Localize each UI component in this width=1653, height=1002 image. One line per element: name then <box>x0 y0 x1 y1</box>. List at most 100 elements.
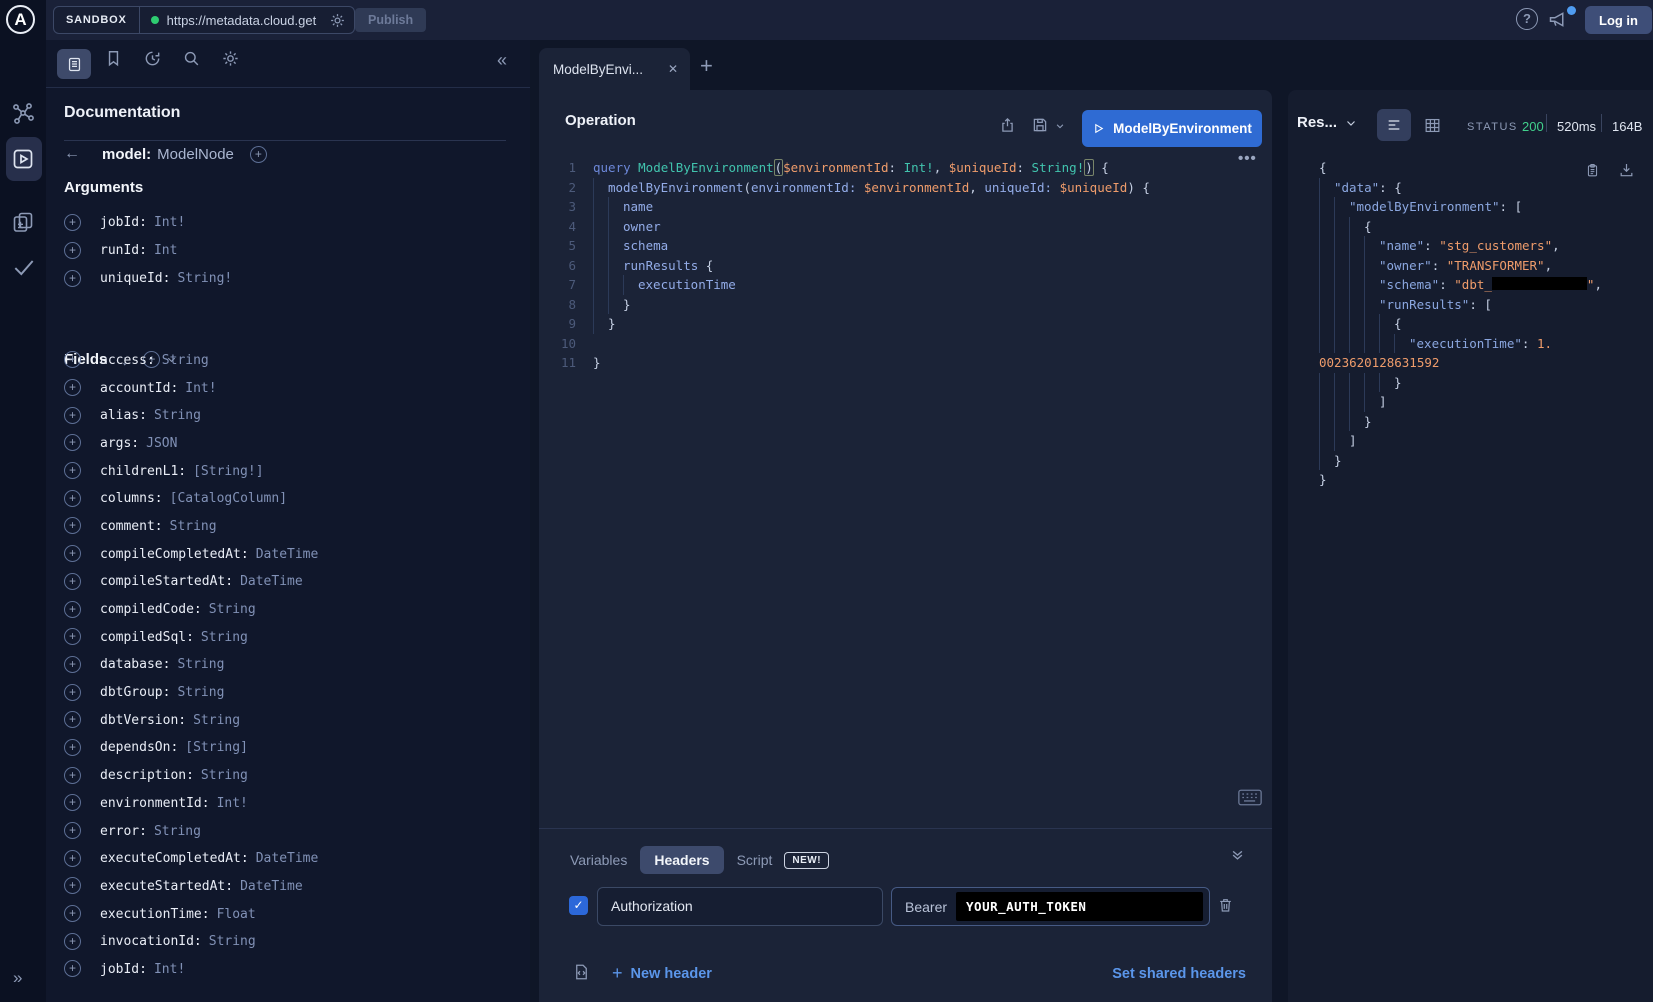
publish-button[interactable]: Publish <box>355 8 426 32</box>
run-operation-button[interactable]: ModelByEnvironment <box>1082 110 1262 147</box>
field-name[interactable]: dbtGroup: <box>100 685 170 700</box>
field-type[interactable]: String <box>170 519 217 534</box>
field-name[interactable]: jobId: <box>100 962 147 977</box>
add-to-query-icon[interactable]: + <box>64 960 81 977</box>
add-to-query-icon[interactable]: + <box>64 462 81 479</box>
set-shared-headers-link[interactable]: Set shared headers <box>1112 966 1246 982</box>
add-to-query-icon[interactable]: + <box>64 490 81 507</box>
apollo-logo[interactable]: A <box>6 5 35 34</box>
add-to-query-icon[interactable]: + <box>64 739 81 756</box>
field-type[interactable]: DateTime <box>256 851 319 866</box>
search-icon[interactable] <box>182 49 201 68</box>
field-name[interactable]: description: <box>100 768 194 783</box>
add-to-query-icon[interactable]: + <box>64 434 81 451</box>
login-button[interactable]: Log in <box>1585 6 1652 34</box>
field-type[interactable]: String <box>177 657 224 672</box>
add-to-query-icon[interactable]: + <box>64 351 81 368</box>
tab-headers[interactable]: Headers <box>640 846 723 874</box>
add-to-query-icon[interactable]: + <box>64 794 81 811</box>
delete-header-trash-icon[interactable] <box>1217 896 1234 914</box>
field-type[interactable]: String <box>201 768 248 783</box>
field-type[interactable]: String <box>193 713 240 728</box>
field-type[interactable]: String <box>154 408 201 423</box>
query-editor[interactable]: 1query ModelByEnvironment($environmentId… <box>540 158 1264 373</box>
tab-variables[interactable]: Variables <box>570 852 627 868</box>
add-to-query-icon[interactable]: + <box>64 684 81 701</box>
raw-view-toggle-icon[interactable] <box>1377 109 1411 141</box>
field-type[interactable]: String <box>177 685 224 700</box>
field-name[interactable]: comment: <box>100 519 163 534</box>
field-name[interactable]: executeCompletedAt: <box>100 851 249 866</box>
save-operation-icon[interactable] <box>1031 116 1049 134</box>
field-type[interactable]: DateTime <box>240 879 303 894</box>
field-name[interactable]: compiledCode: <box>100 602 202 617</box>
explorer-icon[interactable] <box>11 147 35 171</box>
field-type[interactable]: [String] <box>185 740 248 755</box>
field-type[interactable]: [CatalogColumn] <box>170 491 287 506</box>
field-type[interactable]: Int! <box>217 796 248 811</box>
add-to-query-icon[interactable]: + <box>64 905 81 922</box>
add-to-query-icon[interactable]: + <box>64 850 81 867</box>
new-tab-icon[interactable]: + <box>700 53 713 79</box>
header-value-input[interactable]: Bearer YOUR_AUTH_TOKEN <box>891 887 1210 926</box>
add-to-query-icon[interactable]: + <box>64 379 81 396</box>
field-name[interactable]: dependsOn: <box>100 740 178 755</box>
environment-variables-icon[interactable] <box>572 962 591 982</box>
field-type[interactable]: String <box>209 934 256 949</box>
announcements-megaphone-icon[interactable] <box>1547 9 1568 30</box>
auth-token-placeholder[interactable]: YOUR_AUTH_TOKEN <box>956 892 1203 921</box>
field-type[interactable]: DateTime <box>256 547 319 562</box>
save-options-chevron-icon[interactable] <box>1055 121 1065 131</box>
close-tab-icon[interactable]: ✕ <box>668 62 678 76</box>
checks-icon[interactable] <box>11 254 37 280</box>
field-type[interactable]: DateTime <box>240 574 303 589</box>
field-name[interactable]: compiledSql: <box>100 630 194 645</box>
field-name[interactable]: executionTime: <box>100 907 210 922</box>
field-name[interactable]: invocationId: <box>100 934 202 949</box>
field-type[interactable]: String <box>209 602 256 617</box>
expand-rail-icon[interactable]: » <box>13 968 22 988</box>
tab-script[interactable]: Script <box>737 852 773 868</box>
field-name[interactable]: accountId: <box>100 381 178 396</box>
keyboard-shortcuts-icon[interactable] <box>1238 789 1262 806</box>
documentation-tab-icon[interactable] <box>57 49 91 79</box>
history-icon[interactable] <box>143 49 162 68</box>
header-name-input[interactable]: Authorization <box>597 887 883 926</box>
add-to-query-icon[interactable]: + <box>64 545 81 562</box>
add-to-query-icon[interactable]: + <box>64 601 81 618</box>
bookmark-icon[interactable] <box>104 49 123 68</box>
help-icon[interactable]: ? <box>1516 8 1538 30</box>
response-selector[interactable]: Res... <box>1297 114 1357 131</box>
add-to-query-icon[interactable]: + <box>64 933 81 950</box>
header-enabled-checkbox[interactable]: ✓ <box>569 896 588 915</box>
add-to-query-icon[interactable]: + <box>64 517 81 534</box>
field-name[interactable]: compileCompletedAt: <box>100 547 249 562</box>
argument-name[interactable]: runId: <box>100 243 147 258</box>
add-to-query-icon[interactable]: + <box>64 767 81 784</box>
add-to-query-icon[interactable]: + <box>64 242 81 259</box>
field-type[interactable]: Float <box>217 907 256 922</box>
schema-graph-icon[interactable] <box>11 102 35 126</box>
response-json[interactable]: {"data": {"modelByEnvironment": [{"name"… <box>1319 158 1649 490</box>
field-name[interactable]: error: <box>100 824 147 839</box>
field-name[interactable]: childrenL1: <box>100 464 186 479</box>
field-name[interactable]: columns: <box>100 491 163 506</box>
field-name[interactable]: compileStartedAt: <box>100 574 233 589</box>
field-name[interactable]: database: <box>100 657 170 672</box>
add-to-query-icon[interactable]: + <box>64 407 81 424</box>
field-type[interactable]: String <box>162 353 209 368</box>
field-type[interactable]: String <box>154 824 201 839</box>
new-header-button[interactable]: + New header <box>612 963 712 984</box>
argument-type[interactable]: Int <box>154 243 177 258</box>
field-type[interactable]: [String!] <box>193 464 263 479</box>
add-to-query-icon[interactable]: + <box>250 146 267 163</box>
add-to-query-icon[interactable]: + <box>64 214 81 231</box>
operation-tab[interactable]: ModelByEnvi... ✕ <box>539 48 690 90</box>
field-type[interactable]: Int! <box>154 962 185 977</box>
collapse-panel-icon[interactable]: « <box>497 50 507 71</box>
endpoint-settings-gear-icon[interactable] <box>329 12 346 29</box>
argument-type[interactable]: String! <box>177 271 232 286</box>
field-name[interactable]: executeStartedAt: <box>100 879 233 894</box>
add-to-query-icon[interactable]: + <box>64 270 81 287</box>
field-type[interactable]: JSON <box>146 436 177 451</box>
